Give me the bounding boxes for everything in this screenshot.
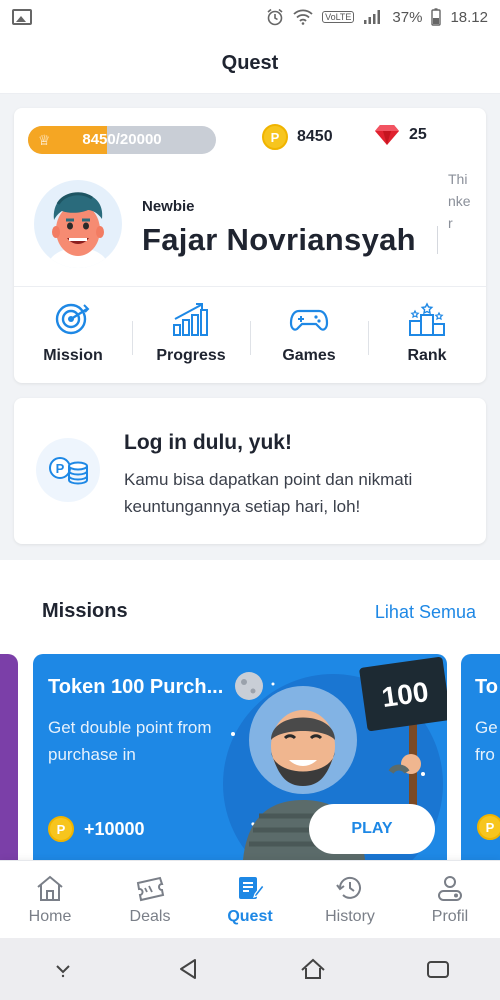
- coin-icon: P: [262, 124, 288, 150]
- nav-label-history: History: [325, 907, 375, 925]
- mission-description: Get double point from purchase in: [48, 718, 212, 764]
- login-description: Kamu bisa dapatkan point dan nikmati keu…: [124, 470, 413, 516]
- bottom-navigation: Home Deals Quest History Profil: [0, 860, 500, 938]
- coins-icon: P: [49, 457, 88, 485]
- volte-indicator: VoLTE: [322, 11, 355, 23]
- title-divider: [437, 226, 438, 254]
- menu-item-progress[interactable]: Progress: [132, 287, 250, 383]
- podium-icon: [409, 302, 445, 336]
- home-icon: [37, 875, 63, 901]
- menu-label-progress: Progress: [156, 347, 226, 364]
- gallery-notification-icon: [12, 9, 32, 25]
- xp-progress-bar: ♕ 8450/20000: [28, 126, 216, 154]
- gems-value: 25: [409, 126, 427, 143]
- see-all-link[interactable]: Lihat Semua: [375, 602, 476, 623]
- user-avatar-illustration: [46, 192, 110, 268]
- profile-icon: [438, 875, 462, 901]
- mission-title: Token 100 Purch...: [48, 676, 224, 698]
- alarm-icon: [267, 8, 283, 26]
- mission-reward-value: +10000: [84, 818, 145, 839]
- app-header: Quest: [0, 34, 500, 94]
- mission-description: Ge fro: [475, 718, 498, 764]
- battery-icon: [431, 8, 442, 26]
- sign-text: 100: [380, 676, 431, 713]
- section-title: Missions: [42, 600, 128, 622]
- menu-label-mission: Mission: [43, 347, 103, 364]
- menu-label-games: Games: [282, 347, 336, 364]
- page-title: Quest: [221, 52, 279, 74]
- svg-text:P: P: [56, 461, 65, 476]
- user-title: Thinker: [448, 171, 471, 231]
- nav-item-profil[interactable]: Profil: [400, 861, 500, 938]
- nav-item-home[interactable]: Home: [0, 861, 100, 938]
- nav-label-profil: Profil: [431, 907, 469, 925]
- mission-title: To: [475, 676, 498, 698]
- history-icon: [336, 876, 361, 899]
- nav-item-history[interactable]: History: [300, 861, 400, 938]
- gamepad-icon: [289, 309, 329, 331]
- play-button[interactable]: PLAY: [309, 804, 435, 854]
- points-value: 8450: [297, 128, 333, 145]
- chevron-down-icon[interactable]: [48, 954, 78, 984]
- points-stat: P 8450: [262, 124, 333, 150]
- back-icon[interactable]: [173, 954, 203, 984]
- nav-item-deals[interactable]: Deals: [100, 861, 200, 938]
- login-title: Log in dulu, yuk!: [124, 431, 292, 454]
- avatar: [34, 180, 122, 268]
- nav-label-quest: Quest: [227, 907, 273, 925]
- gem-icon: [375, 125, 399, 145]
- login-prompt-card[interactable]: P Log in dulu, yuk! Kamu bisa dapatkan p…: [14, 398, 486, 544]
- profile-card: ♕ 8450/20000 P 8450 25 Newbie Fajar Novr…: [14, 108, 486, 383]
- menu-item-mission[interactable]: Mission: [14, 287, 132, 383]
- menu-item-rank[interactable]: Rank: [368, 287, 486, 383]
- clock: 18.12: [450, 8, 488, 26]
- nav-label-home: Home: [28, 907, 72, 925]
- mission-reward: P +10000: [48, 816, 145, 842]
- signal-icon: [364, 10, 381, 24]
- rank-label: Newbie: [142, 198, 195, 215]
- mission-card-next[interactable]: To Ge fro P: [461, 654, 500, 860]
- menu-item-games[interactable]: Games: [250, 287, 368, 383]
- mission-card[interactable]: 100 Token 100 Purch... Get double point …: [33, 654, 447, 860]
- wifi-icon: [293, 9, 313, 25]
- ticket-icon: [136, 876, 165, 901]
- coin-icon: P: [48, 816, 74, 842]
- gems-stat: 25: [374, 124, 427, 146]
- home-button-icon[interactable]: [298, 954, 328, 984]
- recent-apps-icon[interactable]: [423, 954, 453, 984]
- mission-card-previous[interactable]: [0, 654, 18, 860]
- bar-chart-icon: [173, 303, 208, 336]
- nav-item-quest[interactable]: Quest: [200, 861, 300, 938]
- missions-section: Missions Lihat Semua 100 Token 100 Purch…: [0, 560, 500, 860]
- user-name: Fajar Novriansyah: [142, 222, 416, 257]
- coin-icon: P: [477, 814, 500, 840]
- nav-label-deals: Deals: [129, 907, 171, 925]
- status-bar: VoLTE 37% 18.12: [0, 0, 500, 34]
- quest-icon: [239, 876, 265, 899]
- menu-label-rank: Rank: [407, 347, 447, 364]
- battery-percent: 37%: [392, 8, 423, 26]
- xp-text: 8450/20000: [82, 131, 162, 148]
- quest-menu: Mission Progress Games Rank: [14, 286, 486, 383]
- login-icon-wrapper: P: [36, 438, 100, 502]
- system-navigation-bar: [0, 938, 500, 1000]
- target-icon: [55, 303, 90, 335]
